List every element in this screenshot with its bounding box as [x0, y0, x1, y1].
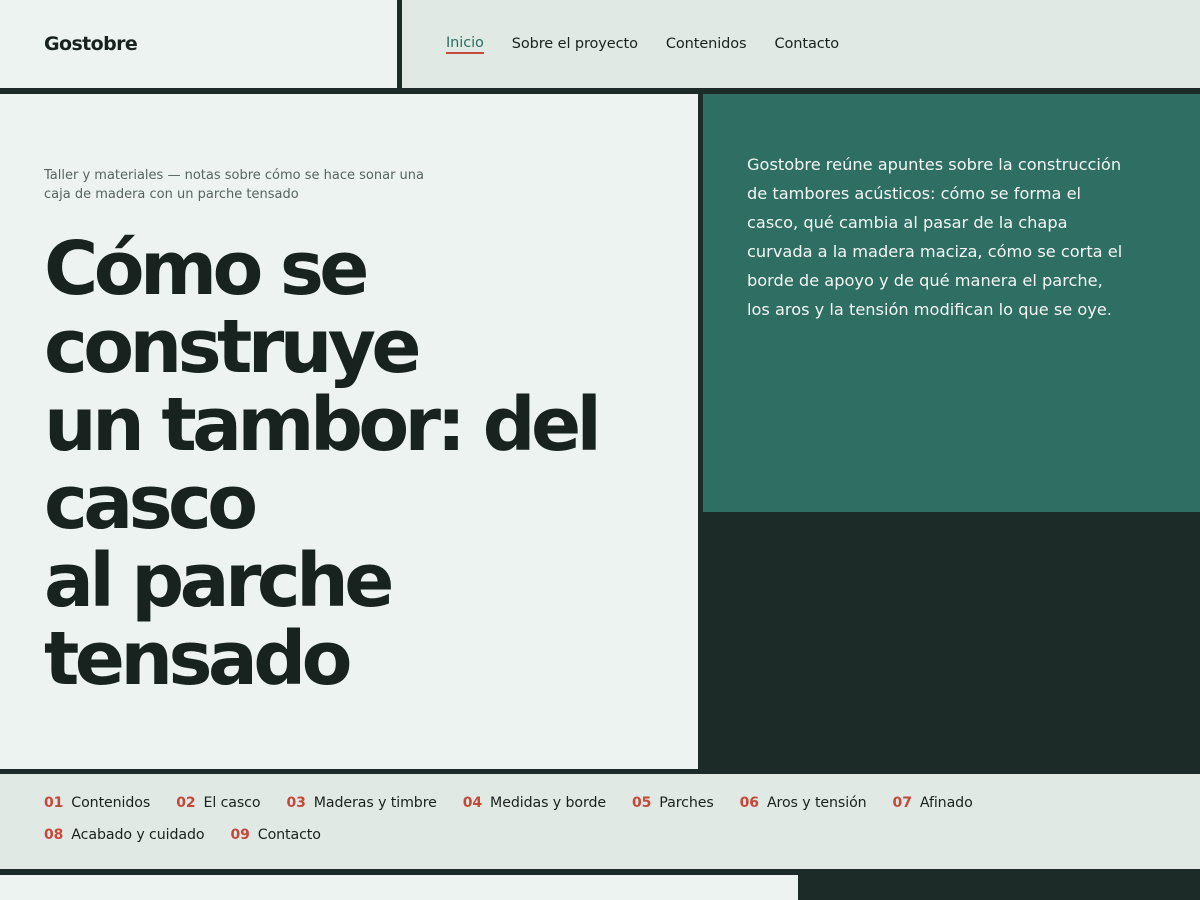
chapter-label: Afinado — [919, 795, 973, 811]
chapter-label: Contacto — [257, 827, 321, 843]
chapter-number: 01 — [44, 795, 64, 811]
nav-contenidos[interactable]: Contenidos — [666, 36, 747, 53]
chapter-label: Contenidos — [71, 795, 151, 811]
next-section-peek — [0, 875, 798, 900]
chapter-link[interactable]: 03 Maderas y timbre — [286, 795, 436, 827]
chapter-link[interactable]: 05 Parches — [632, 795, 714, 827]
nav-sobre-el-proyecto[interactable]: Sobre el proyecto — [512, 36, 638, 53]
nav-inicio[interactable]: Inicio — [446, 35, 484, 54]
title-line: al parche — [44, 538, 394, 624]
page: Gostobre Inicio Sobre el proyecto Conten… — [0, 0, 1200, 900]
main-nav: Inicio Sobre el proyecto Contenidos Cont… — [402, 0, 1200, 88]
chapter-link[interactable]: 02 El casco — [176, 795, 260, 827]
chapter-number: 04 — [462, 795, 483, 811]
hero-eyebrow: Taller y materiales — notas sobre cómo s… — [44, 168, 424, 202]
chapter-link[interactable]: 04 Medidas y borde — [463, 795, 606, 827]
chapter-label: Aros y tensión — [766, 795, 867, 811]
page-title: Cómo se construye un tambor: del casco a… — [44, 230, 654, 698]
chapter-label: Acabado y cuidado — [71, 827, 205, 843]
chapter-number: 05 — [631, 795, 652, 811]
chapter-link[interactable]: 07 Afinado — [893, 795, 973, 827]
chapter-index: 01 Contenidos 02 El casco 03 Maderas y t… — [0, 774, 1200, 869]
chapter-label: El casco — [203, 795, 261, 811]
chapter-number: 02 — [176, 795, 196, 811]
brand-cell: Gostobre — [0, 0, 397, 88]
chapter-label: Medidas y borde — [490, 795, 606, 811]
chapter-link[interactable]: 09 Contacto — [230, 827, 320, 859]
nav-contacto[interactable]: Contacto — [774, 36, 839, 53]
brand-logo[interactable]: Gostobre — [44, 33, 138, 55]
chapter-link[interactable]: 08 Acabado y cuidado — [44, 827, 205, 859]
title-line: tensado — [44, 616, 352, 702]
chapter-link[interactable]: 06 Aros y tensión — [740, 795, 867, 827]
intro-card: Gostobre reúne apuntes sobre la construc… — [703, 94, 1200, 512]
intro-text: Gostobre reúne apuntes sobre la construc… — [747, 155, 1123, 319]
chapter-number: 06 — [739, 795, 759, 811]
title-line: un tambor: del — [44, 382, 602, 468]
chapter-number: 07 — [892, 795, 912, 811]
title-line: Cómo se — [44, 226, 369, 312]
chapter-number: 03 — [286, 795, 306, 811]
chapter-number: 08 — [44, 827, 64, 843]
chapter-number: 09 — [230, 827, 250, 843]
chapter-label: Maderas y timbre — [313, 795, 437, 811]
chapter-link[interactable]: 01 Contenidos — [44, 795, 150, 827]
chapter-label: Parches — [659, 795, 714, 811]
title-line: casco — [44, 460, 258, 546]
title-line: construye — [44, 304, 422, 390]
hero-panel: Taller y materiales — notas sobre cómo s… — [0, 94, 698, 769]
